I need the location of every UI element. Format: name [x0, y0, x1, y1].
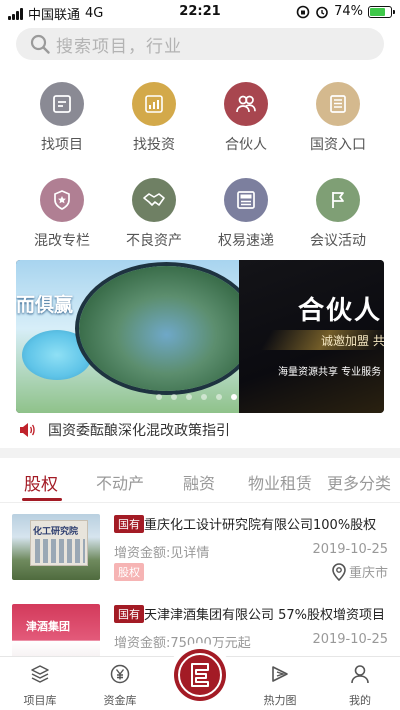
menu-find-investment[interactable]: 找投资 — [108, 82, 200, 154]
heatmap-icon — [272, 666, 288, 682]
menu-label: 国资入口 — [310, 137, 366, 153]
carousel-dot[interactable] — [156, 394, 162, 400]
banner-subline: 诚邀加盟 共 — [321, 334, 384, 348]
banner-carousel[interactable]: 而俱赢 合伙人 诚邀加盟 共 海量资源共享 专业服务 — [16, 260, 384, 413]
section-separator — [0, 448, 400, 458]
brand-logo-icon — [174, 649, 226, 701]
menu-mixed-reform[interactable]: 混改专栏 — [16, 178, 108, 250]
nav-project-library[interactable]: 项目库 — [0, 663, 80, 708]
yen-icon — [110, 664, 130, 684]
search-bar[interactable]: 搜索项目，行业 — [16, 28, 384, 60]
nav-profile[interactable]: 我的 — [320, 663, 400, 708]
carousel-dot[interactable] — [186, 394, 192, 400]
menu-label: 不良资产 — [126, 233, 182, 249]
people-icon — [224, 82, 268, 126]
menu-label: 找项目 — [41, 137, 83, 153]
person-icon — [351, 665, 369, 684]
nav-heatmap[interactable]: 热力图 — [240, 663, 320, 708]
bottom-navigation: 项目库 资金库 热力图 我的 — [0, 643, 400, 710]
thumbnail-sign-text: 津酒集团 — [26, 620, 70, 633]
listing-date: 2019-10-25 — [312, 632, 388, 647]
tab-property-lease[interactable]: 物业租赁 — [248, 470, 312, 494]
home-logo-button[interactable] — [168, 643, 232, 707]
menu-find-project[interactable]: 找项目 — [16, 82, 108, 154]
menu-partners[interactable]: 合伙人 — [200, 82, 292, 154]
listing-title: 天津津酒集团有限公司 57%股权增资项目 — [144, 608, 386, 623]
carousel-indicator[interactable] — [156, 394, 237, 400]
location-pin-icon — [332, 562, 346, 581]
search-placeholder: 搜索项目，行业 — [56, 36, 182, 57]
menu-label: 权易速递 — [218, 233, 274, 249]
active-tab-indicator — [22, 498, 62, 501]
flag-icon — [316, 178, 360, 222]
tab-equity[interactable]: 股权 — [24, 470, 58, 495]
menu-state-assets[interactable]: 国资入口 — [292, 82, 384, 154]
listing-location: 重庆市 — [332, 562, 388, 581]
category-tabs: 股权 不动产 融资 物业租赁 更多分类 — [0, 466, 400, 502]
location-text: 重庆市 — [348, 566, 388, 581]
menu-conference[interactable]: 会议活动 — [292, 178, 384, 250]
speaker-icon — [20, 423, 35, 437]
orientation-lock-icon — [296, 5, 310, 18]
banner-headline: 合伙人 — [298, 296, 383, 326]
category-badge: 股权 — [114, 563, 144, 581]
carousel-dot[interactable] — [216, 394, 222, 400]
banner-left-text: 而俱赢 — [16, 294, 74, 316]
tab-more-categories[interactable]: 更多分类 — [327, 470, 391, 494]
ownership-badge: 国有 — [114, 515, 144, 533]
ticker-text: 国资委酝酿深化混改政策指引 — [48, 423, 230, 439]
alarm-icon — [316, 6, 328, 18]
tab-real-estate[interactable]: 不动产 — [96, 470, 144, 494]
layers-icon — [31, 665, 49, 683]
banner-tagline: 海量资源共享 专业服务 — [278, 367, 382, 378]
nav-label: 热力图 — [263, 694, 297, 707]
menu-label: 混改专栏 — [34, 233, 90, 249]
menu-label: 合伙人 — [225, 137, 267, 153]
carousel-dot[interactable] — [231, 394, 237, 400]
battery-percent: 74% — [334, 4, 363, 19]
search-icon — [30, 34, 50, 54]
nav-label: 资金库 — [103, 694, 137, 707]
listing-thumbnail: 化工研究院 — [12, 514, 100, 580]
listing-date: 2019-10-25 — [312, 542, 388, 557]
battery-icon — [368, 5, 395, 18]
menu-bad-assets[interactable]: 不良资产 — [108, 178, 200, 250]
carousel-dot[interactable] — [201, 394, 207, 400]
tab-financing[interactable]: 融资 — [183, 470, 215, 494]
listing-item[interactable]: 化工研究院 国有 重庆化工设计研究院有限公司100%股权 增资金额:见详情 20… — [0, 514, 400, 604]
banner-aerial-image — [79, 266, 254, 391]
tab-divider — [0, 502, 400, 503]
menu-equity-news[interactable]: 权易速递 — [200, 178, 292, 250]
building-doc-icon — [316, 82, 360, 126]
handshake-icon — [132, 178, 176, 222]
carousel-dot[interactable] — [171, 394, 177, 400]
nav-label: 项目库 — [23, 694, 57, 707]
nav-label: 我的 — [349, 694, 371, 707]
listing-title: 重庆化工设计研究院有限公司100%股权 — [144, 518, 377, 533]
news-icon — [224, 178, 268, 222]
status-bar: 中国联通 4G 22:21 74% — [0, 0, 400, 24]
listing-amount: 增资金额:见详情 — [114, 546, 210, 561]
bar-chart-icon — [132, 82, 176, 126]
news-ticker[interactable]: 国资委酝酿深化混改政策指引 — [18, 420, 230, 440]
shield-star-icon — [40, 178, 84, 222]
nav-fund-library[interactable]: 资金库 — [80, 663, 160, 708]
ownership-badge: 国有 — [114, 605, 144, 623]
menu-label: 找投资 — [133, 137, 175, 153]
document-icon — [40, 82, 84, 126]
thumbnail-sign-text: 化工研究院 — [33, 527, 79, 537]
menu-label: 会议活动 — [310, 233, 366, 249]
